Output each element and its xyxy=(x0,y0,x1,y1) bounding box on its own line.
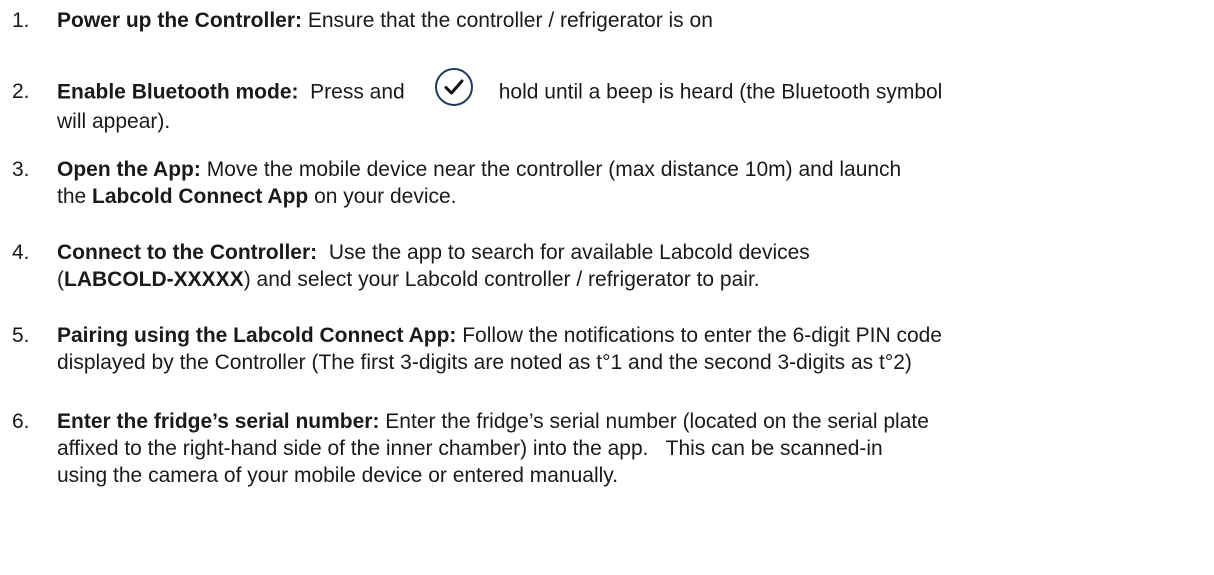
step-number: 5. xyxy=(12,324,30,347)
step-number: 4. xyxy=(12,241,30,264)
app-name: Labcold Connect App xyxy=(92,185,309,208)
step-1: 1. Power up the Controller: Ensure that … xyxy=(12,7,1202,34)
checkmark-circle-icon xyxy=(434,68,473,106)
step-text: Move the mobile device near the controll… xyxy=(200,158,902,181)
step-title: Power up the Controller: xyxy=(57,9,303,32)
device-id: LABCOLD-XXXXX xyxy=(64,268,244,291)
step-5: 5. Pairing using the Labcold Connect App… xyxy=(12,322,1202,376)
step-title: Open the App: xyxy=(57,158,201,181)
step-text-line2: displayed by the Controller (The first 3… xyxy=(57,351,912,374)
step-text: Press and xyxy=(298,80,405,104)
step-number: 6. xyxy=(12,410,30,433)
step-number: 3. xyxy=(12,158,30,181)
step-4: 4. Connect to the Controller: Use the ap… xyxy=(12,239,1202,293)
step-text: Follow the notifications to enter the 6-… xyxy=(456,324,942,347)
step-text: hold until a beep is heard (the Bluetoot… xyxy=(498,80,943,104)
step-title: Enter the fridge’s serial number: xyxy=(57,410,380,433)
step-text-line3: using the camera of your mobile device o… xyxy=(57,464,619,487)
step-text-line2: affixed to the right-hand side of the in… xyxy=(57,437,883,460)
step-title: Connect to the Controller: xyxy=(57,241,318,264)
step-text: Enter the fridge’s serial number (locate… xyxy=(379,410,929,433)
step-title: Enable Bluetooth mode: xyxy=(57,80,299,104)
step-6: 6. Enter the fridge’s serial number: Ent… xyxy=(12,408,1202,489)
step-text: Use the app to search for available Labc… xyxy=(317,241,810,264)
step-text-line2: will appear). xyxy=(57,110,171,133)
step-text: ) and select your Labcold controller / r… xyxy=(243,268,760,291)
step-text: ( xyxy=(57,268,64,291)
step-3: 3. Open the App: Move the mobile device … xyxy=(12,156,1202,210)
step-2: 2. Enable Bluetooth mode: Press and hold … xyxy=(12,68,1202,135)
step-title: Pairing using the Labcold Connect App: xyxy=(57,324,457,347)
step-number: 1. xyxy=(12,9,30,32)
step-text: on your device. xyxy=(308,185,457,208)
step-text: Ensure that the controller / refrigerato… xyxy=(302,9,713,32)
step-text: the xyxy=(57,185,93,208)
step-number: 2. xyxy=(12,80,30,103)
